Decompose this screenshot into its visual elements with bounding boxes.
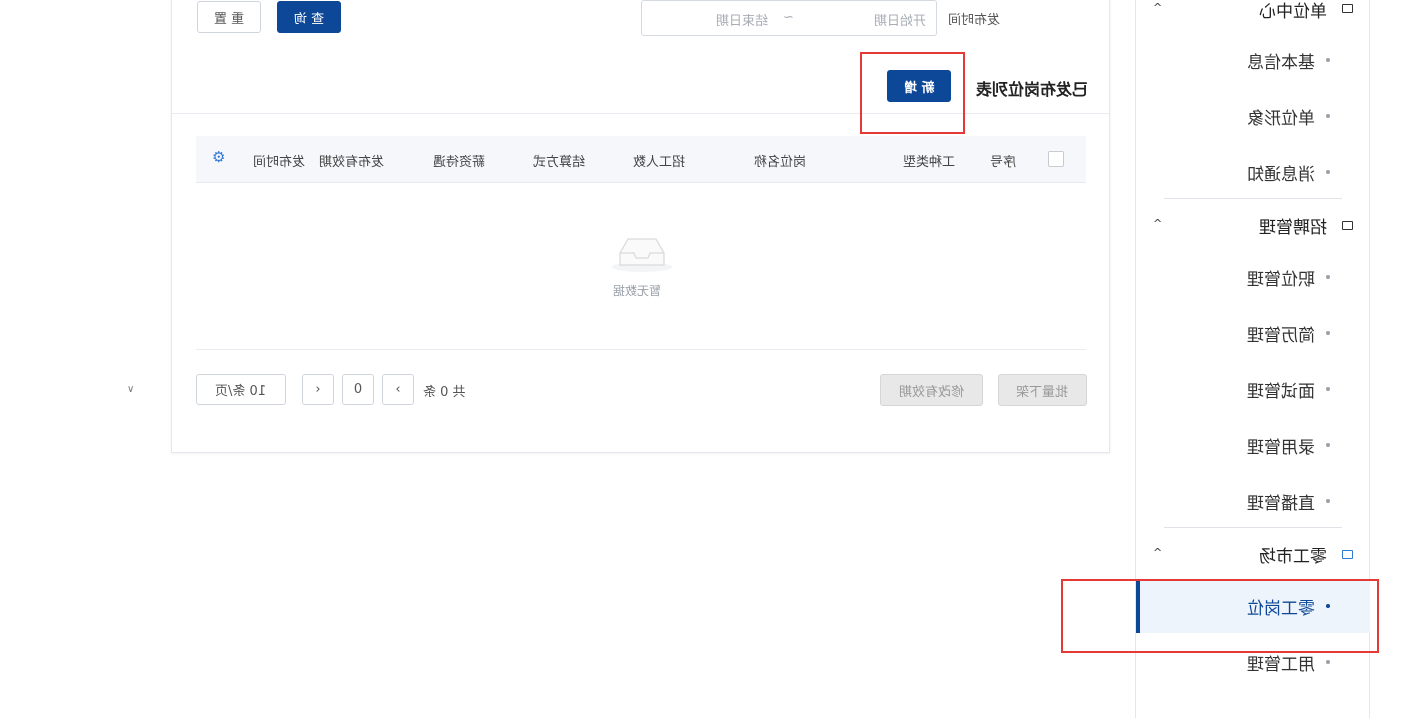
- table-header: 序号 工种类型 岗位名称 招工人数 结算方式 薪资待遇 发布有效期 发布时间 ⚙: [196, 136, 1086, 183]
- empty-inbox-icon: [610, 231, 674, 273]
- reset-button[interactable]: 重 置: [197, 1, 261, 33]
- col-work-type: 工种类型: [903, 155, 956, 170]
- bullet-dot: [1326, 443, 1330, 447]
- sidebar-separator: [1164, 198, 1342, 199]
- publish-date-range-picker[interactable]: 开始日期 ~ 结束日期: [641, 0, 937, 36]
- col-settlement: 结算方式: [533, 155, 586, 170]
- prev-page-button[interactable]: ›: [302, 374, 334, 405]
- chevron-right-icon: ‹: [395, 382, 401, 397]
- job-list-card: 重 置 查 询 开始日期 ~ 结束日期 发布时间 新 增 已发布岗位列表 序号 …: [127, 0, 1110, 453]
- select-all-checkbox[interactable]: [1048, 151, 1064, 167]
- sidebar-separator: [1164, 527, 1342, 528]
- chevron-left-icon: ›: [315, 382, 321, 397]
- column-settings-gear-icon[interactable]: ⚙: [212, 148, 225, 166]
- sidebar-item-resume-management[interactable]: 简历管理: [1247, 321, 1315, 346]
- batch-off-shelf-label: 批量下架: [1016, 384, 1069, 400]
- empty-text: 暂无数据: [613, 284, 662, 298]
- batch-off-shelf-button[interactable]: 批量下架: [998, 374, 1087, 406]
- bullet-dot: [1326, 275, 1330, 279]
- collapse-caret-icon[interactable]: ^: [1153, 1, 1162, 14]
- collapse-caret-icon[interactable]: ^: [1153, 217, 1162, 230]
- page-size-value: 10 条/页: [215, 384, 267, 399]
- sidebar-group-gig-market[interactable]: 零工市场: [1259, 542, 1327, 567]
- end-date-input[interactable]: 结束日期: [716, 10, 768, 29]
- bullet-dot: [1326, 660, 1330, 664]
- total-count: 共 0 条: [423, 385, 466, 400]
- bullet-dot: [1326, 387, 1330, 391]
- title-divider: [172, 113, 1109, 114]
- list-title: 已发布岗位列表: [976, 80, 1089, 99]
- col-job-name: 岗位名称: [754, 155, 807, 170]
- collapse-caret-icon[interactable]: ^: [1153, 546, 1162, 559]
- reset-button-label: 重 置: [213, 11, 245, 27]
- col-headcount: 招工人数: [633, 155, 686, 170]
- page-number-input[interactable]: 0: [342, 374, 374, 405]
- bullet-dot: [1326, 114, 1330, 118]
- folder-icon: [1342, 550, 1353, 559]
- query-button[interactable]: 查 询: [277, 1, 341, 33]
- folder-icon: [1342, 4, 1353, 13]
- chevron-down-icon: ∨: [127, 384, 135, 395]
- sidebar-item-live-management[interactable]: 直播管理: [1247, 489, 1315, 514]
- sidebar-item-labor-management[interactable]: 用工管理: [1247, 650, 1315, 675]
- bullet-dot: [1326, 58, 1330, 62]
- current-page-value: 0: [353, 382, 363, 397]
- col-index: 序号: [990, 155, 1017, 170]
- sidebar-item-unit-image[interactable]: 单位形象: [1247, 104, 1315, 129]
- query-button-label: 查 询: [293, 11, 325, 27]
- bullet-dot: [1326, 331, 1330, 335]
- sidebar-group-recruitment[interactable]: 招聘管理: [1259, 213, 1327, 238]
- modify-validity-button[interactable]: 修改有效期: [880, 374, 983, 406]
- modify-validity-label: 修改有效期: [898, 384, 964, 400]
- next-page-button[interactable]: ‹: [382, 374, 414, 405]
- col-salary: 薪资待遇: [433, 155, 486, 170]
- highlight-box-active-item: [1061, 579, 1379, 653]
- col-validity: 发布有效期: [319, 155, 385, 170]
- sidebar-item-notifications[interactable]: 消息通知: [1247, 160, 1315, 185]
- table-bottom-divider: [196, 349, 1086, 350]
- page-size-select[interactable]: 10 条/页 ∨: [127, 374, 286, 405]
- highlight-box-add-button: [860, 52, 965, 134]
- sidebar-item-job-management[interactable]: 职位管理: [1247, 265, 1315, 290]
- folder-icon: [1342, 221, 1353, 230]
- sidebar-item-interview-management[interactable]: 面试管理: [1247, 377, 1315, 402]
- bullet-dot: [1326, 170, 1330, 174]
- range-separator: ~: [783, 10, 794, 25]
- publish-time-label: 发布时间: [948, 13, 1001, 28]
- sidebar-item-hiring-management[interactable]: 录用管理: [1247, 433, 1315, 458]
- col-publish-time: 发布时间: [253, 155, 306, 170]
- sidebar-item-basic-info[interactable]: 基本信息: [1247, 48, 1315, 73]
- start-date-input[interactable]: 开始日期: [874, 10, 926, 29]
- sidebar-group-unit-center[interactable]: 单位中心: [1259, 0, 1327, 22]
- bullet-dot: [1326, 499, 1330, 503]
